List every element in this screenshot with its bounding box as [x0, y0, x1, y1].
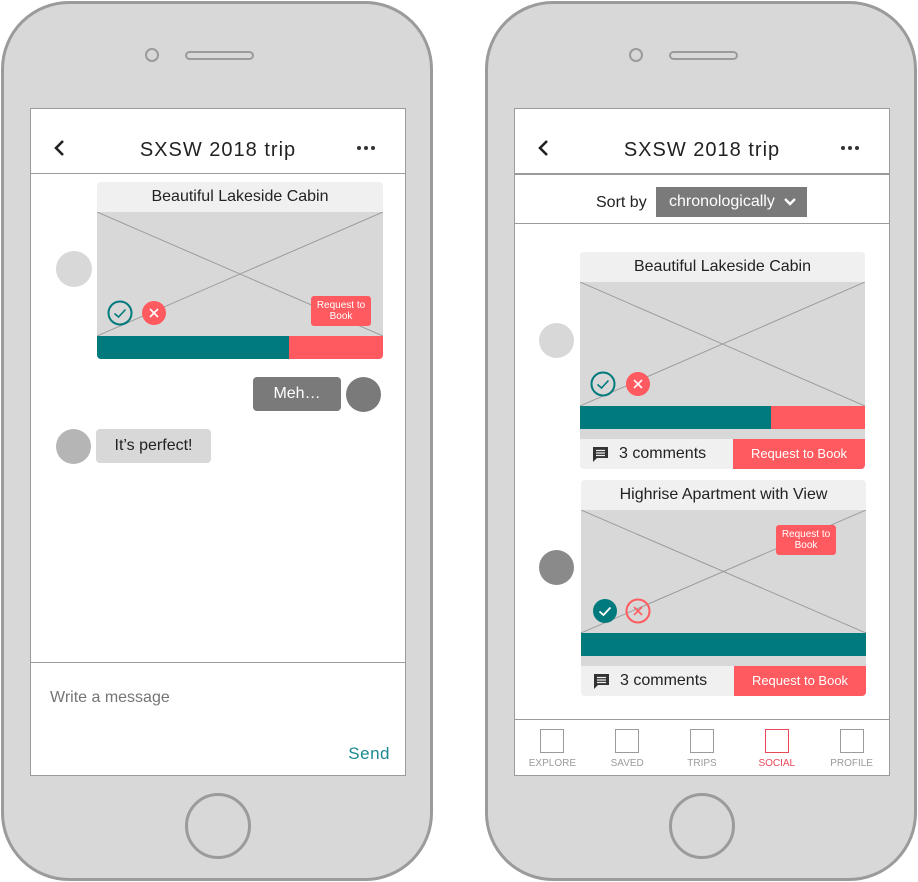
card-footer: 3 comments Request to Book: [580, 439, 865, 469]
avatar-friend: [56, 251, 92, 287]
bottom-tab-bar: EXPLORE SAVED TRIPS SOCIAL PROFILE: [515, 719, 889, 775]
image-placeholder-icon: [580, 282, 865, 406]
card-footer: 3 comments Request to Book: [581, 666, 866, 696]
tab-label: EXPLORE: [528, 758, 577, 769]
check-circle-icon: [107, 300, 133, 326]
vote-yes-button[interactable]: [592, 598, 618, 624]
check-circle-icon: [593, 599, 617, 623]
request-to-book-button[interactable]: Request to Book: [733, 439, 865, 469]
avatar-friend: [539, 323, 574, 358]
vote-progress-bar: [97, 336, 383, 359]
message-bubble-other: It’s perfect!: [96, 429, 211, 463]
listing-title: Beautiful Lakeside Cabin: [151, 188, 329, 205]
card-divider: [581, 656, 866, 666]
speaker-icon: [669, 51, 738, 60]
more-icon[interactable]: [839, 143, 861, 153]
tab-trips[interactable]: TRIPS: [665, 720, 740, 775]
saved-icon: [615, 729, 640, 753]
vote-yes-fill: [580, 406, 771, 429]
phone-frame-social: SXSW 2018 trip Sort by chronologically B…: [485, 1, 917, 881]
request-to-book-button[interactable]: Request to Book: [311, 296, 371, 326]
sort-selected-value: chronologically: [669, 193, 775, 210]
vote-yes-fill: [97, 336, 289, 359]
explore-icon: [540, 729, 565, 753]
tab-label: PROFILE: [830, 758, 873, 769]
listing-image-placeholder: Request to Book: [97, 212, 383, 336]
comment-icon[interactable]: [593, 673, 610, 690]
vote-no-fill: [770, 406, 865, 429]
card-divider: [580, 429, 865, 439]
listing-title: Highrise Apartment with View: [619, 486, 828, 503]
listing-image-placeholder: [580, 282, 865, 406]
message-composer: Send: [31, 662, 405, 775]
social-screen: SXSW 2018 trip Sort by chronologically B…: [514, 108, 890, 776]
vote-no-fill: [288, 336, 383, 359]
comments-count[interactable]: 3 comments: [620, 672, 707, 690]
nav-bar: SXSW 2018 trip: [31, 109, 405, 174]
vote-progress-bar: [581, 633, 866, 656]
speaker-icon: [185, 51, 254, 60]
camera-icon: [145, 48, 159, 62]
vote-no-button[interactable]: [625, 598, 651, 624]
tab-profile[interactable]: PROFILE: [814, 720, 889, 775]
listing-title: Beautiful Lakeside Cabin: [633, 258, 811, 275]
listing-card[interactable]: Beautiful Lakeside Cabin: [580, 252, 865, 469]
home-button[interactable]: [185, 793, 251, 859]
vote-yes-button[interactable]: [590, 371, 616, 397]
more-icon[interactable]: [355, 143, 377, 153]
sort-label: Sort by: [596, 194, 647, 211]
chevron-down-icon: [784, 198, 796, 206]
tab-explore[interactable]: EXPLORE: [515, 720, 590, 775]
vote-yes-button[interactable]: [107, 300, 133, 326]
listing-card[interactable]: Beautiful Lakeside Cabin: [97, 182, 383, 359]
tab-label: SAVED: [610, 758, 644, 769]
message-bubble-self: Meh…: [253, 377, 341, 411]
camera-icon: [629, 48, 643, 62]
request-to-book-button[interactable]: Request to Book: [776, 525, 836, 555]
close-circle-icon: [625, 598, 651, 624]
chat-screen: SXSW 2018 trip Beautiful Lakeside Cabin: [30, 108, 406, 776]
listing-card[interactable]: Highrise Apartment with View Request to …: [581, 480, 866, 696]
sort-bar: Sort by chronologically: [515, 174, 889, 224]
check-circle-icon: [590, 371, 616, 397]
vote-progress-bar: [580, 406, 865, 429]
tab-label: TRIPS: [687, 758, 717, 769]
close-circle-icon: [626, 372, 650, 396]
phone-frame-chat: SXSW 2018 trip Beautiful Lakeside Cabin: [1, 1, 433, 881]
nav-bar: SXSW 2018 trip: [515, 109, 889, 174]
avatar-friend: [56, 429, 91, 464]
vote-no-button[interactable]: [625, 371, 651, 397]
close-circle-icon: [142, 301, 166, 325]
vote-no-button[interactable]: [141, 300, 167, 326]
home-button[interactable]: [669, 793, 735, 859]
sort-select[interactable]: chronologically: [656, 187, 807, 217]
tab-social[interactable]: SOCIAL: [739, 720, 814, 775]
avatar-self: [346, 377, 381, 412]
trips-icon: [689, 729, 714, 753]
request-to-book-button[interactable]: Request to Book: [734, 666, 866, 696]
avatar-friend: [539, 550, 574, 585]
profile-icon: [839, 729, 864, 753]
tab-saved[interactable]: SAVED: [590, 720, 665, 775]
page-title: SXSW 2018 trip: [139, 139, 297, 161]
comments-count[interactable]: 3 comments: [619, 445, 706, 463]
page-title: SXSW 2018 trip: [623, 139, 781, 161]
listing-image-placeholder: Request to Book: [581, 510, 866, 633]
message-input[interactable]: [50, 689, 350, 707]
vote-yes-fill: [581, 633, 866, 656]
social-icon: [764, 729, 789, 753]
tab-label: SOCIAL: [758, 758, 796, 769]
comment-icon[interactable]: [592, 446, 609, 463]
send-button[interactable]: Send: [348, 744, 390, 764]
